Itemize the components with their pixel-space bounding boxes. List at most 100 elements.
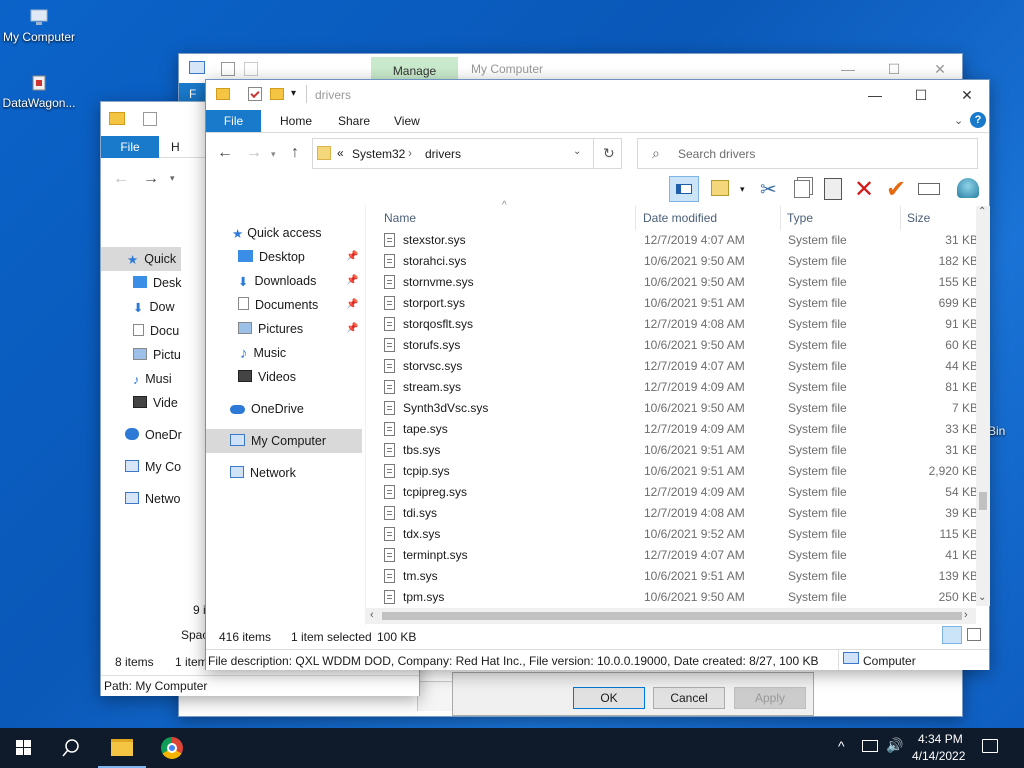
forward-arrow-icon[interactable]: → — [143, 170, 159, 188]
pin-icon[interactable]: 📌 — [346, 245, 358, 269]
share-tab[interactable]: Share — [324, 110, 384, 132]
column-header-size[interactable]: Size — [901, 206, 978, 230]
search-input[interactable]: Search drivers — [678, 147, 755, 161]
nav-item-quick-access[interactable]: ★ Quick — [101, 247, 181, 271]
table-row[interactable]: tm.sys 10/6/2021 9:51 AM System file 139 KB — [378, 566, 978, 587]
nav-item-desktop[interactable]: Desk — [101, 271, 181, 295]
table-row[interactable]: tape.sys 12/7/2019 4:09 AM System file 33 K… — [378, 419, 978, 440]
nav-item-music[interactable]: ♪ Musi — [101, 367, 172, 391]
desktop-icon-my-computer[interactable]: My Computer — [1, 8, 77, 44]
search-icon[interactable] — [48, 728, 96, 768]
properties-icon[interactable] — [143, 112, 157, 126]
table-row[interactable]: tcpipreg.sys 12/7/2019 4:09 AM System file… — [378, 482, 978, 503]
cancel-button[interactable]: Cancel — [653, 687, 725, 709]
notification-icon[interactable] — [982, 739, 998, 753]
nav-item-pictures[interactable]: Pictures 📌 — [206, 317, 361, 341]
properties-icon[interactable] — [221, 62, 235, 76]
column-header-type[interactable]: Type — [781, 206, 901, 230]
start-button[interactable] — [0, 728, 48, 768]
nav-item-videos[interactable]: Videos — [206, 365, 361, 389]
table-row[interactable]: storahci.sys 10/6/2021 9:50 AM System file… — [378, 251, 978, 272]
scroll-right-icon[interactable]: › — [964, 609, 968, 621]
preview-pane-icon[interactable] — [669, 176, 699, 202]
refresh-icon[interactable]: ↻ — [603, 145, 615, 162]
home-tab[interactable]: Home — [266, 110, 326, 132]
column-header-date[interactable]: Date modified — [637, 206, 781, 230]
new-folder-icon[interactable] — [270, 88, 284, 100]
nav-item-music[interactable]: ♪ Music — [206, 341, 361, 365]
apply-button[interactable]: Apply — [734, 687, 806, 709]
vertical-scrollbar[interactable]: ⌃ ⌄ — [976, 206, 990, 606]
help-icon[interactable]: ? — [970, 112, 986, 128]
table-row[interactable]: tdx.sys 10/6/2021 9:52 AM System file 115 K… — [378, 524, 978, 545]
nav-item-downloads[interactable]: ⬇ Downloads 📌 — [206, 269, 361, 293]
breadcrumb-drivers[interactable]: drivers — [425, 147, 461, 161]
details-view-icon[interactable] — [942, 626, 962, 644]
paste-icon[interactable] — [824, 178, 842, 200]
nav-item-network[interactable]: Network — [206, 461, 361, 485]
back-arrow-icon[interactable]: ← — [113, 170, 129, 188]
cut-icon[interactable]: ✂ — [760, 177, 777, 202]
nav-item-onedrive[interactable]: OneDrive — [206, 397, 361, 421]
ok-button[interactable]: OK — [573, 687, 645, 709]
rename-icon[interactable] — [918, 183, 940, 195]
nav-item-videos[interactable]: Vide — [101, 391, 178, 415]
breadcrumb-system32[interactable]: System32 — [352, 147, 405, 161]
nav-item-documents[interactable]: Documents 📌 — [206, 293, 361, 317]
chrome-taskbar-icon[interactable] — [148, 728, 196, 768]
table-row[interactable]: tdi.sys 12/7/2019 4:08 AM System file 39 KB — [378, 503, 978, 524]
maximize-button[interactable]: ☐ — [898, 80, 944, 110]
clock-date[interactable]: 4/14/2022 — [912, 749, 965, 763]
file-tab[interactable]: File — [206, 110, 261, 132]
table-row[interactable]: storqosflt.sys 12/7/2019 4:08 AM System fi… — [378, 314, 978, 335]
nav-item-my-computer[interactable]: My Co — [101, 455, 181, 479]
scroll-down-icon[interactable]: ⌄ — [978, 592, 986, 603]
table-row[interactable]: tcpip.sys 10/6/2021 9:51 AM System file 2,9… — [378, 461, 978, 482]
close-button[interactable]: ✕ — [944, 80, 990, 110]
pin-icon[interactable]: 📌 — [346, 293, 358, 317]
new-folder-icon[interactable] — [244, 62, 258, 76]
search-box[interactable]: ⌕ Search drivers — [637, 138, 978, 169]
clock-time[interactable]: 4:34 PM — [918, 732, 963, 746]
back-arrow-icon[interactable]: ← — [217, 144, 233, 162]
table-row[interactable]: storufs.sys 10/6/2021 9:50 AM System file 6… — [378, 335, 978, 356]
nav-item-pictures[interactable]: Pictu — [101, 343, 181, 367]
table-row[interactable]: stream.sys 12/7/2019 4:09 AM System file 81… — [378, 377, 978, 398]
table-row[interactable]: stornvme.sys 10/6/2021 9:50 AM System file… — [378, 272, 978, 293]
large-icons-view-icon[interactable] — [967, 628, 981, 641]
file-tab[interactable]: File — [101, 136, 159, 158]
file-explorer-taskbar-icon[interactable] — [98, 728, 146, 768]
desktop-icon-datawagon[interactable]: DataWagon... — [1, 74, 77, 110]
shell-icon[interactable] — [957, 178, 979, 198]
view-tab[interactable]: View — [380, 110, 434, 132]
network-status-icon[interactable] — [862, 740, 878, 752]
column-header-name[interactable]: Name — [378, 206, 636, 230]
table-row[interactable]: tpm.sys 10/6/2021 9:50 AM System file 250 K… — [378, 587, 978, 608]
breadcrumb-overflow-icon[interactable]: « — [337, 146, 344, 160]
nav-item-onedrive[interactable]: OneDr — [101, 423, 182, 447]
nav-item-network[interactable]: Netwo — [101, 487, 180, 511]
pin-icon[interactable]: 📌 — [346, 317, 358, 341]
file-tab[interactable]: F — [189, 87, 196, 101]
show-hidden-icons-icon[interactable]: ^ — [838, 738, 845, 754]
scroll-up-icon[interactable]: ⌃ — [978, 206, 986, 217]
properties-icon[interactable] — [248, 87, 262, 101]
recent-locations-icon[interactable]: ▾ — [271, 149, 276, 160]
scroll-thumb[interactable] — [382, 612, 962, 620]
home-tab[interactable]: H — [171, 140, 180, 154]
table-row[interactable]: storport.sys 10/6/2021 9:51 AM System file… — [378, 293, 978, 314]
table-row[interactable]: stexstor.sys 12/7/2019 4:07 AM System file… — [378, 230, 978, 251]
delete-icon[interactable]: ✕ — [854, 175, 874, 204]
copy-icon[interactable] — [794, 180, 810, 198]
folder-options-icon[interactable] — [711, 180, 729, 196]
table-row[interactable]: tbs.sys 10/6/2021 9:51 AM System file 31 KB — [378, 440, 978, 461]
table-row[interactable]: Synth3dVsc.sys 10/6/2021 9:50 AM System fi… — [378, 398, 978, 419]
chevron-down-icon[interactable]: ▾ — [170, 173, 175, 184]
scroll-thumb[interactable] — [979, 492, 987, 510]
customize-toolbar-icon[interactable]: ▾ — [291, 88, 296, 99]
up-arrow-icon[interactable]: ↑ — [291, 144, 299, 162]
nav-item-quick-access[interactable]: ★ Quick access — [206, 221, 361, 245]
nav-item-downloads[interactable]: ⬇ Dow — [101, 295, 175, 319]
address-dropdown-icon[interactable]: ⌄ — [573, 146, 581, 157]
nav-item-desktop[interactable]: Desktop 📌 — [206, 245, 361, 269]
